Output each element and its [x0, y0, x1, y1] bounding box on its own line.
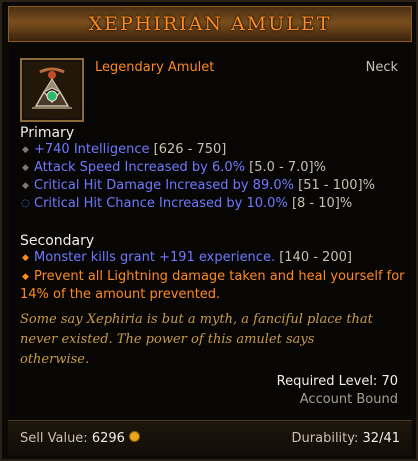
required-level: Required Level: 70	[276, 374, 398, 389]
diamond-icon: ◆	[22, 145, 29, 155]
secondary-title: Secondary	[20, 233, 95, 249]
diamond-icon: ◆	[22, 253, 29, 263]
enchant-ring-icon: ◌	[21, 198, 30, 209]
item-name: XEPHIRIAN AMULET	[88, 13, 332, 35]
diamond-icon: ◆	[22, 272, 29, 282]
tooltip-header: XEPHIRIAN AMULET	[8, 6, 412, 42]
legendary-affix: ◆ Prevent all Lightning damage taken and …	[20, 269, 405, 284]
durability: Durability: 32/41	[291, 431, 400, 446]
legendary-affix-cont: 14% of the amount prevented.	[20, 287, 221, 302]
primary-stat-intelligence: ◆ +740 Intelligence [626 - 750]	[20, 142, 226, 157]
secondary-stat-experience: ◆ Monster kills grant +191 experience. [1…	[20, 250, 352, 265]
primary-stat-crit-damage: ◆ Critical Hit Damage Increased by 89.0% …	[20, 178, 375, 193]
item-icon-frame	[20, 58, 84, 122]
gold-coin-icon	[128, 431, 140, 442]
amulet-icon	[24, 62, 80, 118]
item-type: Legendary Amulet	[95, 60, 215, 75]
diamond-icon: ◆	[22, 181, 29, 191]
primary-stat-attack-speed: ◆ Attack Speed Increased by 6.0% [5.0 - 7…	[20, 160, 326, 175]
diamond-icon: ◆	[22, 163, 29, 173]
tooltip-footer: Sell Value: 6296 Durability: 32/41	[8, 420, 412, 456]
primary-stat-crit-chance: ◌ Critical Hit Chance Increased by 10.0% …	[21, 196, 353, 211]
item-tooltip: XEPHIRIAN AMULET Legendary Amulet Neck P…	[0, 0, 418, 461]
item-slot: Neck	[365, 60, 398, 75]
sell-value: Sell Value: 6296	[20, 431, 140, 446]
primary-title: Primary	[20, 125, 75, 141]
account-bound: Account Bound	[299, 392, 398, 407]
flavor-text: Some say Xephiria is but a myth, a fanci…	[20, 312, 373, 367]
